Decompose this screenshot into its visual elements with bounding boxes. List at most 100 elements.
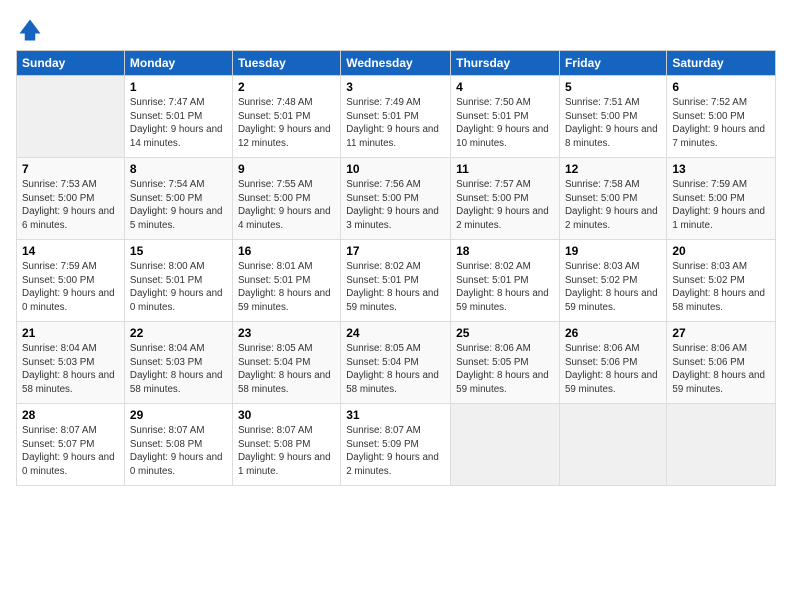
- day-number: 27: [672, 326, 770, 340]
- day-cell: 17 Sunrise: 8:02 AMSunset: 5:01 PMDaylig…: [341, 240, 451, 322]
- day-number: 4: [456, 80, 554, 94]
- day-cell: 11 Sunrise: 7:57 AMSunset: 5:00 PMDaylig…: [451, 158, 560, 240]
- day-cell: 7 Sunrise: 7:53 AMSunset: 5:00 PMDayligh…: [17, 158, 125, 240]
- day-cell: [17, 76, 125, 158]
- day-info: Sunrise: 8:05 AMSunset: 5:04 PMDaylight:…: [346, 343, 439, 395]
- day-cell: 23 Sunrise: 8:05 AMSunset: 5:04 PMDaylig…: [232, 322, 340, 404]
- week-row-4: 21 Sunrise: 8:04 AMSunset: 5:03 PMDaylig…: [17, 322, 776, 404]
- col-header-wednesday: Wednesday: [341, 51, 451, 76]
- day-info: Sunrise: 7:57 AMSunset: 5:00 PMDaylight:…: [456, 179, 549, 231]
- calendar-table: SundayMondayTuesdayWednesdayThursdayFrid…: [16, 50, 776, 486]
- day-number: 19: [565, 244, 661, 258]
- day-info: Sunrise: 7:51 AMSunset: 5:00 PMDaylight:…: [565, 97, 658, 149]
- day-cell: 25 Sunrise: 8:06 AMSunset: 5:05 PMDaylig…: [451, 322, 560, 404]
- day-info: Sunrise: 7:59 AMSunset: 5:00 PMDaylight:…: [672, 179, 765, 231]
- day-cell: 9 Sunrise: 7:55 AMSunset: 5:00 PMDayligh…: [232, 158, 340, 240]
- logo-icon: [16, 16, 44, 44]
- day-cell: 8 Sunrise: 7:54 AMSunset: 5:00 PMDayligh…: [124, 158, 232, 240]
- day-cell: 20 Sunrise: 8:03 AMSunset: 5:02 PMDaylig…: [667, 240, 776, 322]
- week-row-3: 14 Sunrise: 7:59 AMSunset: 5:00 PMDaylig…: [17, 240, 776, 322]
- day-number: 29: [130, 408, 227, 422]
- day-info: Sunrise: 7:47 AMSunset: 5:01 PMDaylight:…: [130, 97, 223, 149]
- day-cell: 30 Sunrise: 8:07 AMSunset: 5:08 PMDaylig…: [232, 404, 340, 486]
- day-info: Sunrise: 7:59 AMSunset: 5:00 PMDaylight:…: [22, 261, 115, 313]
- week-row-5: 28 Sunrise: 8:07 AMSunset: 5:07 PMDaylig…: [17, 404, 776, 486]
- col-header-friday: Friday: [559, 51, 666, 76]
- day-cell: 28 Sunrise: 8:07 AMSunset: 5:07 PMDaylig…: [17, 404, 125, 486]
- day-number: 16: [238, 244, 335, 258]
- day-info: Sunrise: 7:53 AMSunset: 5:00 PMDaylight:…: [22, 179, 115, 231]
- day-info: Sunrise: 8:06 AMSunset: 5:06 PMDaylight:…: [672, 343, 765, 395]
- day-info: Sunrise: 8:02 AMSunset: 5:01 PMDaylight:…: [346, 261, 439, 313]
- day-cell: 10 Sunrise: 7:56 AMSunset: 5:00 PMDaylig…: [341, 158, 451, 240]
- day-number: 11: [456, 162, 554, 176]
- day-number: 18: [456, 244, 554, 258]
- col-header-sunday: Sunday: [17, 51, 125, 76]
- day-cell: 29 Sunrise: 8:07 AMSunset: 5:08 PMDaylig…: [124, 404, 232, 486]
- header-row-days: SundayMondayTuesdayWednesdayThursdayFrid…: [17, 51, 776, 76]
- col-header-monday: Monday: [124, 51, 232, 76]
- day-cell: 26 Sunrise: 8:06 AMSunset: 5:06 PMDaylig…: [559, 322, 666, 404]
- day-info: Sunrise: 7:49 AMSunset: 5:01 PMDaylight:…: [346, 97, 439, 149]
- day-number: 30: [238, 408, 335, 422]
- day-number: 28: [22, 408, 119, 422]
- day-number: 14: [22, 244, 119, 258]
- day-number: 2: [238, 80, 335, 94]
- day-info: Sunrise: 7:48 AMSunset: 5:01 PMDaylight:…: [238, 97, 331, 149]
- day-info: Sunrise: 8:05 AMSunset: 5:04 PMDaylight:…: [238, 343, 331, 395]
- day-number: 31: [346, 408, 445, 422]
- day-info: Sunrise: 7:55 AMSunset: 5:00 PMDaylight:…: [238, 179, 331, 231]
- header-row: [16, 16, 776, 44]
- day-number: 6: [672, 80, 770, 94]
- day-cell: [559, 404, 666, 486]
- calendar-container: SundayMondayTuesdayWednesdayThursdayFrid…: [0, 0, 792, 496]
- day-cell: 18 Sunrise: 8:02 AMSunset: 5:01 PMDaylig…: [451, 240, 560, 322]
- week-row-1: 1 Sunrise: 7:47 AMSunset: 5:01 PMDayligh…: [17, 76, 776, 158]
- day-info: Sunrise: 8:07 AMSunset: 5:08 PMDaylight:…: [238, 425, 331, 477]
- day-cell: 19 Sunrise: 8:03 AMSunset: 5:02 PMDaylig…: [559, 240, 666, 322]
- day-cell: 31 Sunrise: 8:07 AMSunset: 5:09 PMDaylig…: [341, 404, 451, 486]
- day-cell: 21 Sunrise: 8:04 AMSunset: 5:03 PMDaylig…: [17, 322, 125, 404]
- day-info: Sunrise: 8:07 AMSunset: 5:07 PMDaylight:…: [22, 425, 115, 477]
- day-info: Sunrise: 7:58 AMSunset: 5:00 PMDaylight:…: [565, 179, 658, 231]
- day-number: 24: [346, 326, 445, 340]
- day-number: 5: [565, 80, 661, 94]
- day-number: 25: [456, 326, 554, 340]
- day-info: Sunrise: 8:03 AMSunset: 5:02 PMDaylight:…: [565, 261, 658, 313]
- day-info: Sunrise: 8:06 AMSunset: 5:06 PMDaylight:…: [565, 343, 658, 395]
- day-number: 7: [22, 162, 119, 176]
- day-number: 15: [130, 244, 227, 258]
- day-info: Sunrise: 8:04 AMSunset: 5:03 PMDaylight:…: [130, 343, 223, 395]
- day-cell: 4 Sunrise: 7:50 AMSunset: 5:01 PMDayligh…: [451, 76, 560, 158]
- col-header-tuesday: Tuesday: [232, 51, 340, 76]
- day-cell: 16 Sunrise: 8:01 AMSunset: 5:01 PMDaylig…: [232, 240, 340, 322]
- day-cell: 24 Sunrise: 8:05 AMSunset: 5:04 PMDaylig…: [341, 322, 451, 404]
- day-info: Sunrise: 8:00 AMSunset: 5:01 PMDaylight:…: [130, 261, 223, 313]
- day-number: 22: [130, 326, 227, 340]
- day-cell: 3 Sunrise: 7:49 AMSunset: 5:01 PMDayligh…: [341, 76, 451, 158]
- day-cell: 15 Sunrise: 8:00 AMSunset: 5:01 PMDaylig…: [124, 240, 232, 322]
- day-cell: 27 Sunrise: 8:06 AMSunset: 5:06 PMDaylig…: [667, 322, 776, 404]
- day-cell: [667, 404, 776, 486]
- col-header-thursday: Thursday: [451, 51, 560, 76]
- day-info: Sunrise: 7:54 AMSunset: 5:00 PMDaylight:…: [130, 179, 223, 231]
- day-cell: 1 Sunrise: 7:47 AMSunset: 5:01 PMDayligh…: [124, 76, 232, 158]
- col-header-saturday: Saturday: [667, 51, 776, 76]
- day-number: 10: [346, 162, 445, 176]
- day-cell: 22 Sunrise: 8:04 AMSunset: 5:03 PMDaylig…: [124, 322, 232, 404]
- logo: [16, 16, 48, 44]
- day-info: Sunrise: 7:56 AMSunset: 5:00 PMDaylight:…: [346, 179, 439, 231]
- day-cell: 5 Sunrise: 7:51 AMSunset: 5:00 PMDayligh…: [559, 76, 666, 158]
- day-info: Sunrise: 8:07 AMSunset: 5:08 PMDaylight:…: [130, 425, 223, 477]
- day-number: 20: [672, 244, 770, 258]
- day-number: 13: [672, 162, 770, 176]
- day-info: Sunrise: 7:52 AMSunset: 5:00 PMDaylight:…: [672, 97, 765, 149]
- day-number: 12: [565, 162, 661, 176]
- day-number: 1: [130, 80, 227, 94]
- day-info: Sunrise: 8:06 AMSunset: 5:05 PMDaylight:…: [456, 343, 549, 395]
- day-cell: 14 Sunrise: 7:59 AMSunset: 5:00 PMDaylig…: [17, 240, 125, 322]
- day-number: 8: [130, 162, 227, 176]
- day-info: Sunrise: 8:01 AMSunset: 5:01 PMDaylight:…: [238, 261, 331, 313]
- day-info: Sunrise: 8:02 AMSunset: 5:01 PMDaylight:…: [456, 261, 549, 313]
- day-info: Sunrise: 7:50 AMSunset: 5:01 PMDaylight:…: [456, 97, 549, 149]
